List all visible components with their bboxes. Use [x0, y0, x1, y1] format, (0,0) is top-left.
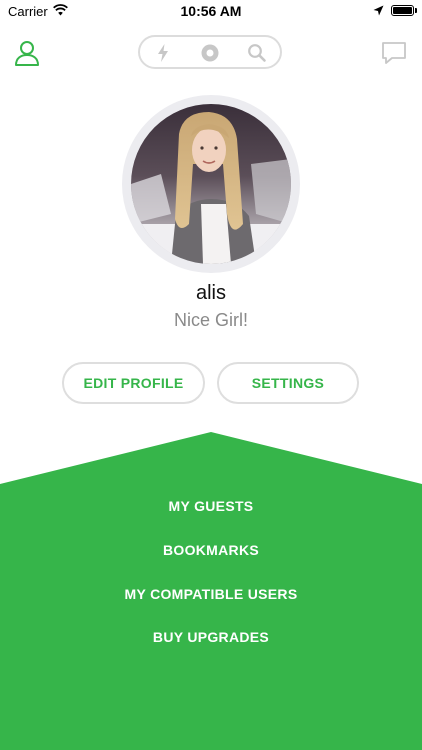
menu-item-buy-upgrades[interactable]: BUY UPGRADES: [0, 627, 422, 647]
search-icon[interactable]: [247, 43, 267, 63]
battery-nub: [415, 8, 417, 13]
record-icon[interactable]: [200, 43, 220, 63]
profile-name: alis: [195, 282, 226, 304]
chat-bubble-icon[interactable]: [380, 39, 408, 67]
status-bar: Carrier 10:56 AM: [0, 0, 422, 22]
location-arrow-icon: [373, 5, 384, 16]
avatar-ring: [122, 95, 300, 273]
battery-level: [393, 7, 412, 14]
menu-item-bookmarks[interactable]: BOOKMARKS: [0, 540, 422, 560]
edit-profile-button[interactable]: EDIT PROFILE: [62, 362, 205, 404]
profile-status: Nice Girl!: [173, 310, 248, 330]
clock: 10:56 AM: [180, 3, 242, 19]
battery-icon: [391, 5, 414, 16]
avatar-photo: [131, 104, 291, 264]
menu-item-my-compatible-users[interactable]: MY COMPATIBLE USERS: [0, 584, 422, 604]
nav-segmented-control: [138, 35, 282, 69]
menu-item-my-guests[interactable]: MY GUESTS: [0, 496, 422, 516]
user-icon[interactable]: [13, 39, 41, 67]
settings-button[interactable]: SETTINGS: [217, 362, 359, 404]
avatar[interactable]: [131, 104, 291, 264]
lightning-icon[interactable]: [153, 43, 173, 63]
